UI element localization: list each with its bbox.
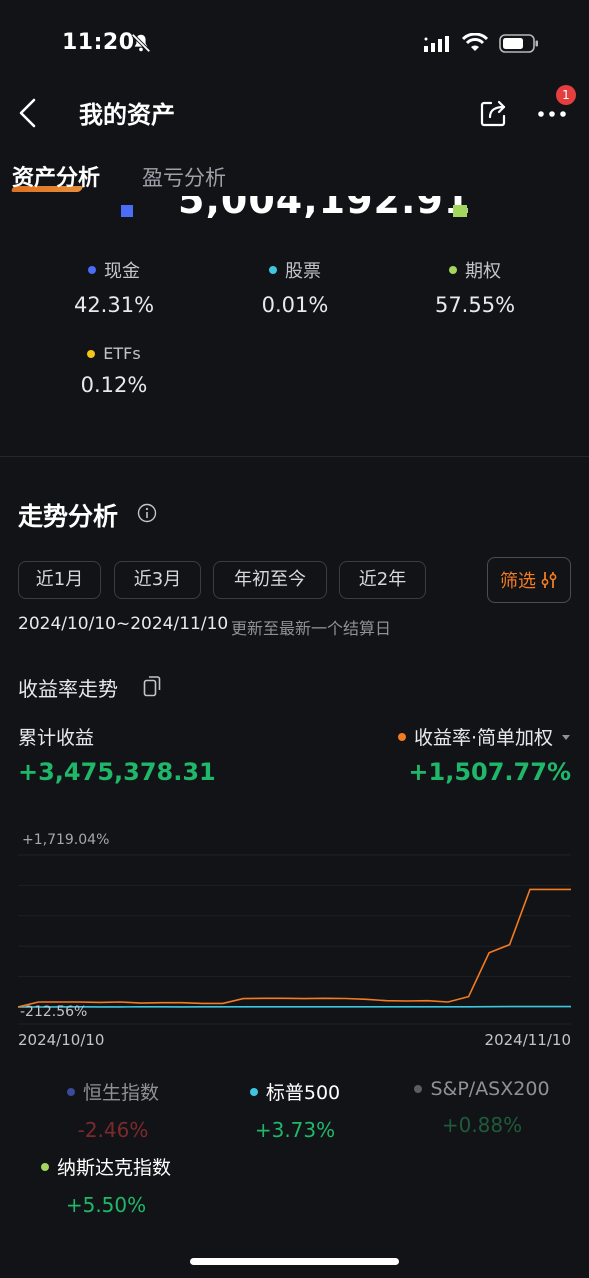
range-2y-button[interactable]: 近2年: [339, 561, 426, 599]
dot-icon: [66, 1087, 75, 1096]
benchmark-hsi[interactable]: 恒生指数 -2.46%: [38, 1078, 188, 1142]
return-chart-title: 收益率走势: [18, 677, 118, 701]
allocation-value: 42.31%: [73, 293, 155, 317]
total-value-clip: 5,004,192.91: [0, 196, 589, 218]
legend-square-options: [453, 205, 467, 217]
allocation-value: 0.12%: [80, 373, 148, 397]
filter-label: 筛选: [500, 571, 536, 592]
x-axis-start-label: 2024/10/10: [18, 1031, 105, 1049]
allocation-label: 期权: [465, 261, 501, 282]
allocation-label: ETFs: [103, 344, 141, 363]
return-rate-label: 收益率·简单加权: [413, 727, 553, 749]
cumulative-return-value: +3,475,378.31: [18, 758, 216, 786]
dot-icon: [397, 732, 406, 741]
y-axis-min-label: -212.56%: [20, 1004, 88, 1020]
y-axis-max-label: +1,719.04%: [22, 832, 110, 848]
dot-icon: [87, 349, 96, 358]
legend-square-cash: [121, 205, 133, 217]
page-title: 我的资产: [79, 101, 175, 129]
range-1m-button[interactable]: 近1月: [18, 561, 101, 599]
series-line: [18, 888, 571, 1008]
allocation-label: 现金: [104, 261, 140, 282]
benchmark-value: +5.50%: [65, 1193, 147, 1217]
share-icon[interactable]: [478, 97, 510, 129]
benchmark-label: 标普500: [265, 1082, 341, 1104]
notification-badge: 1: [556, 85, 576, 105]
home-indicator[interactable]: [190, 1258, 399, 1265]
cumulative-return-label: 累计收益: [18, 727, 95, 749]
benchmark-label: 恒生指数: [82, 1082, 159, 1104]
date-range: 2024/10/10~2024/11/10: [18, 614, 229, 634]
benchmark-value: -2.46%: [77, 1118, 149, 1142]
x-axis-end-label: 2024/11/10: [484, 1031, 571, 1049]
benchmark-nasdaq[interactable]: 纳斯达克指数 +5.50%: [30, 1153, 182, 1217]
benchmark-label: 纳斯达克指数: [56, 1157, 171, 1179]
total-value: 5,004,192.91: [178, 196, 472, 218]
caret-down-icon: [562, 734, 570, 740]
info-icon[interactable]: [137, 503, 157, 523]
allocation-etfs: ETFs 0.12%: [44, 344, 184, 397]
dot-icon: [249, 1087, 258, 1096]
range-ytd-button[interactable]: 年初至今: [213, 561, 327, 599]
benchmark-sp500[interactable]: 标普500 +3.73%: [220, 1078, 370, 1142]
cellular-signal-icon: [424, 36, 449, 52]
allocation-value: 57.55%: [434, 293, 516, 317]
allocation-label: 股票: [285, 261, 321, 282]
tab-pnl-analysis[interactable]: 盈亏分析: [142, 162, 226, 192]
battery-icon: [499, 34, 538, 53]
dot-icon: [88, 266, 96, 274]
benchmark-value: +0.88%: [441, 1113, 523, 1137]
tab-asset-analysis[interactable]: 资产分析: [12, 160, 100, 192]
section-divider: [0, 456, 589, 457]
chart-series: [18, 888, 571, 1008]
copy-icon[interactable]: [143, 675, 161, 697]
allocation-options: 期权 57.55%: [405, 257, 545, 317]
update-note: 更新至最新一个结算日: [231, 619, 392, 638]
return-rate-selector[interactable]: 收益率·简单加权: [397, 723, 571, 750]
range-3m-button[interactable]: 近3月: [114, 561, 201, 599]
bell-muted-icon: [131, 33, 151, 53]
allocation-cash: 现金 42.31%: [44, 257, 184, 317]
filter-button[interactable]: 筛选: [487, 557, 571, 603]
allocation-stocks: 股票 0.01%: [225, 257, 365, 317]
back-icon[interactable]: [14, 97, 44, 129]
return-line-chart[interactable]: [18, 830, 571, 1030]
return-rate-value: +1,507.77%: [408, 758, 571, 786]
status-time: 11:20: [62, 30, 135, 55]
benchmark-label: S&P/ASX200: [430, 1078, 550, 1100]
trend-section-title: 走势分析: [18, 502, 119, 531]
filter-sliders-icon: [541, 572, 557, 588]
dot-icon: [414, 1085, 423, 1093]
wifi-icon: [462, 33, 488, 51]
benchmark-value: +3.73%: [254, 1118, 336, 1142]
dot-icon: [40, 1162, 49, 1171]
allocation-value: 0.01%: [261, 293, 329, 317]
dot-icon: [449, 266, 457, 274]
benchmark-asx200[interactable]: S&P/ASX200 +0.88%: [402, 1078, 562, 1137]
dot-icon: [269, 266, 277, 274]
